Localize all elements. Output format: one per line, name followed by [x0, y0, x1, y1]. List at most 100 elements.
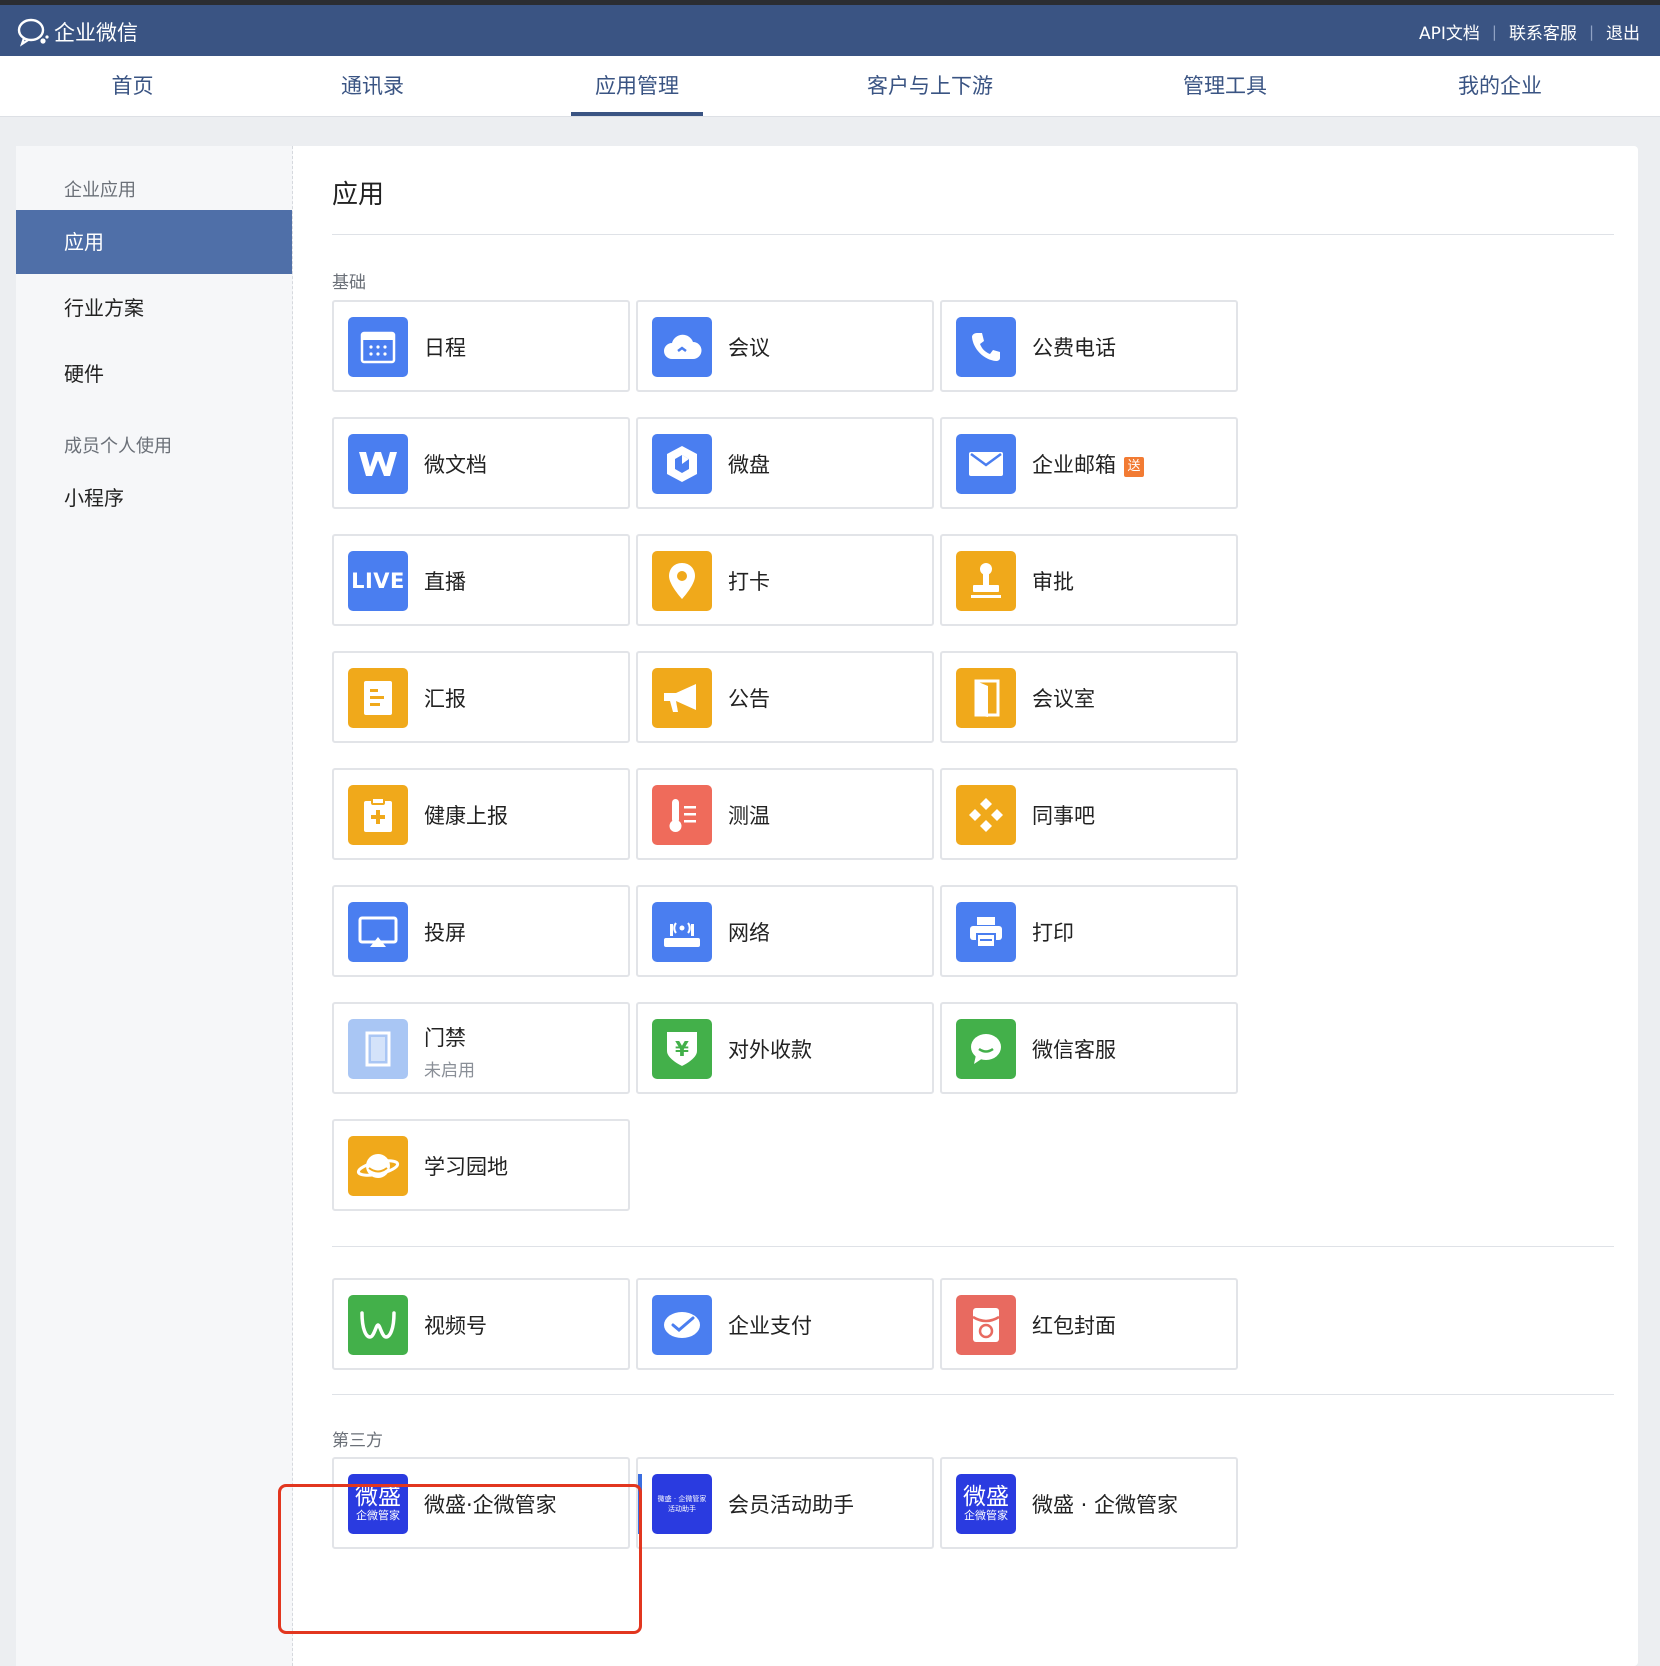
app-card-screencast[interactable]: 投屏: [332, 885, 630, 977]
member-activity-icon: 微盛 · 企微管家 活动助手: [652, 1474, 712, 1534]
accent-bar: [638, 1474, 642, 1534]
logout-link[interactable]: 退出: [1606, 19, 1640, 44]
door-icon: [956, 668, 1016, 728]
app-card-wechat-service[interactable]: 微信客服: [940, 1002, 1238, 1094]
app-card-mail[interactable]: 企业邮箱送: [940, 417, 1238, 509]
app-name: 直播: [424, 570, 466, 594]
red-packet-icon: [956, 1295, 1016, 1355]
nav-app-management[interactable]: 应用管理: [571, 56, 703, 116]
nav-home[interactable]: 首页: [100, 56, 165, 116]
app-name: 打印: [1032, 921, 1074, 945]
app-card-docs[interactable]: 微文档: [332, 417, 630, 509]
app-card-print[interactable]: 打印: [940, 885, 1238, 977]
app-card-weisheng-1[interactable]: 微盛 企微管家 微盛·企微管家: [332, 1457, 630, 1549]
payment-icon-text: ¥: [675, 1037, 689, 1061]
api-docs-link[interactable]: API文档: [1419, 19, 1480, 44]
sidebar-item-mini-programs[interactable]: 小程序: [16, 466, 292, 530]
sidebar-group-enterprise-apps: 企业应用: [64, 180, 136, 201]
app-card-meeting-room[interactable]: 会议室: [940, 651, 1238, 743]
app-name: 视频号: [424, 1314, 487, 1338]
app-card-external-payment[interactable]: ¥ 对外收款: [636, 1002, 934, 1094]
nav-my-enterprise[interactable]: 我的企业: [1455, 56, 1545, 116]
app-name: 汇报: [424, 687, 466, 711]
sidebar-item-industry-solutions[interactable]: 行业方案: [16, 276, 292, 340]
app-name: 对外收款: [728, 1038, 812, 1062]
app-card-calendar[interactable]: 日程: [332, 300, 630, 392]
logo[interactable]: 企业微信: [16, 17, 138, 47]
app-name: 投屏: [424, 921, 466, 945]
app-name: 测温: [728, 804, 770, 828]
app-card-drive[interactable]: 微盘: [636, 417, 934, 509]
app-card-colleague-bar[interactable]: 同事吧: [940, 768, 1238, 860]
nav-contacts[interactable]: 通讯录: [340, 56, 405, 116]
section-divider: [332, 1246, 1614, 1247]
payment-shield-icon: ¥: [652, 1019, 712, 1079]
printer-icon: [956, 902, 1016, 962]
icon-small-text-2: 活动助手: [668, 1505, 696, 1513]
app-card-announcement[interactable]: 公告: [636, 651, 934, 743]
app-name: 公告: [728, 687, 770, 711]
app-name: 微文档: [424, 453, 487, 477]
app-name: 微盛 · 企微管家: [1032, 1493, 1179, 1517]
app-name: 门禁: [424, 1026, 466, 1050]
channels-icon: [348, 1295, 408, 1355]
page-title: 应用: [332, 180, 385, 210]
calendar-icon: [348, 317, 408, 377]
thermometer-icon: [652, 785, 712, 845]
app-card-access-control[interactable]: 门禁 未启用: [332, 1002, 630, 1094]
app-name: 打卡: [728, 570, 770, 594]
app-name: 会议室: [1032, 687, 1095, 711]
app-card-phone[interactable]: 公费电话: [940, 300, 1238, 392]
app-card-weisheng-2[interactable]: 微盛 企微管家 微盛 · 企微管家: [940, 1457, 1238, 1549]
app-card-learning[interactable]: 学习园地: [332, 1119, 630, 1211]
app-card-enterprise-pay[interactable]: 企业支付: [636, 1278, 934, 1370]
sidebar-item-apps[interactable]: 应用: [16, 210, 292, 274]
w-doc-icon: [348, 434, 408, 494]
pay-icon: [652, 1295, 712, 1355]
app-name: 日程: [424, 336, 466, 360]
megaphone-icon: [652, 668, 712, 728]
contact-support-link[interactable]: 联系客服: [1509, 19, 1577, 44]
gift-badge: 送: [1124, 457, 1144, 477]
app-name: 学习园地: [424, 1155, 508, 1179]
sidebar-item-hardware[interactable]: 硬件: [16, 342, 292, 406]
app-card-network[interactable]: 网络: [636, 885, 934, 977]
app-card-temperature[interactable]: 测温: [636, 768, 934, 860]
app-name: 企业支付: [728, 1314, 812, 1338]
live-icon-text: LIVE: [351, 569, 405, 593]
icon-small-text: 微盛 · 企微管家: [657, 1495, 707, 1503]
app-name: 微盛·企微管家: [424, 1493, 557, 1517]
app-name: 会议: [728, 336, 770, 360]
app-name: 网络: [728, 921, 770, 945]
app-name-text: 企业邮箱: [1032, 453, 1116, 477]
app-card-channels[interactable]: 视频号: [332, 1278, 630, 1370]
app-card-health-report[interactable]: 健康上报: [332, 768, 630, 860]
app-card-meeting[interactable]: 会议: [636, 300, 934, 392]
live-icon: LIVE: [348, 551, 408, 611]
nav-management-tools[interactable]: 管理工具: [1180, 56, 1270, 116]
icon-big-text: 微盛: [963, 1484, 1009, 1510]
app-card-checkin[interactable]: 打卡: [636, 534, 934, 626]
app-name: 同事吧: [1032, 804, 1095, 828]
phone-icon: [956, 317, 1016, 377]
icon-big-text: 微盛: [355, 1484, 401, 1510]
location-pin-icon: [652, 551, 712, 611]
main-panel: 企业应用 应用 行业方案 硬件 成员个人使用 小程序 应用 基础 日程 会议 公…: [16, 146, 1638, 1666]
icon-small-text: 企微管家: [964, 1509, 1008, 1522]
title-divider: [332, 234, 1614, 235]
nav-customers[interactable]: 客户与上下游: [865, 56, 995, 116]
separator: |: [1588, 22, 1594, 41]
cloud-meeting-icon: [652, 317, 712, 377]
app-card-red-packet[interactable]: 红包封面: [940, 1278, 1238, 1370]
weisheng-icon: 微盛 企微管家: [956, 1474, 1016, 1534]
app-card-member-activity[interactable]: 微盛 · 企微管家 活动助手 会员活动助手: [636, 1457, 934, 1549]
app-name: 企业邮箱送: [1032, 449, 1144, 479]
app-card-report[interactable]: 汇报: [332, 651, 630, 743]
app-name: 微信客服: [1032, 1038, 1116, 1062]
wechat-service-icon: [956, 1019, 1016, 1079]
app-name: 微盘: [728, 453, 770, 477]
sidebar-group-personal: 成员个人使用: [64, 436, 172, 457]
app-card-live[interactable]: LIVE 直播: [332, 534, 630, 626]
app-card-approval[interactable]: 审批: [940, 534, 1238, 626]
drive-cube-icon: [652, 434, 712, 494]
